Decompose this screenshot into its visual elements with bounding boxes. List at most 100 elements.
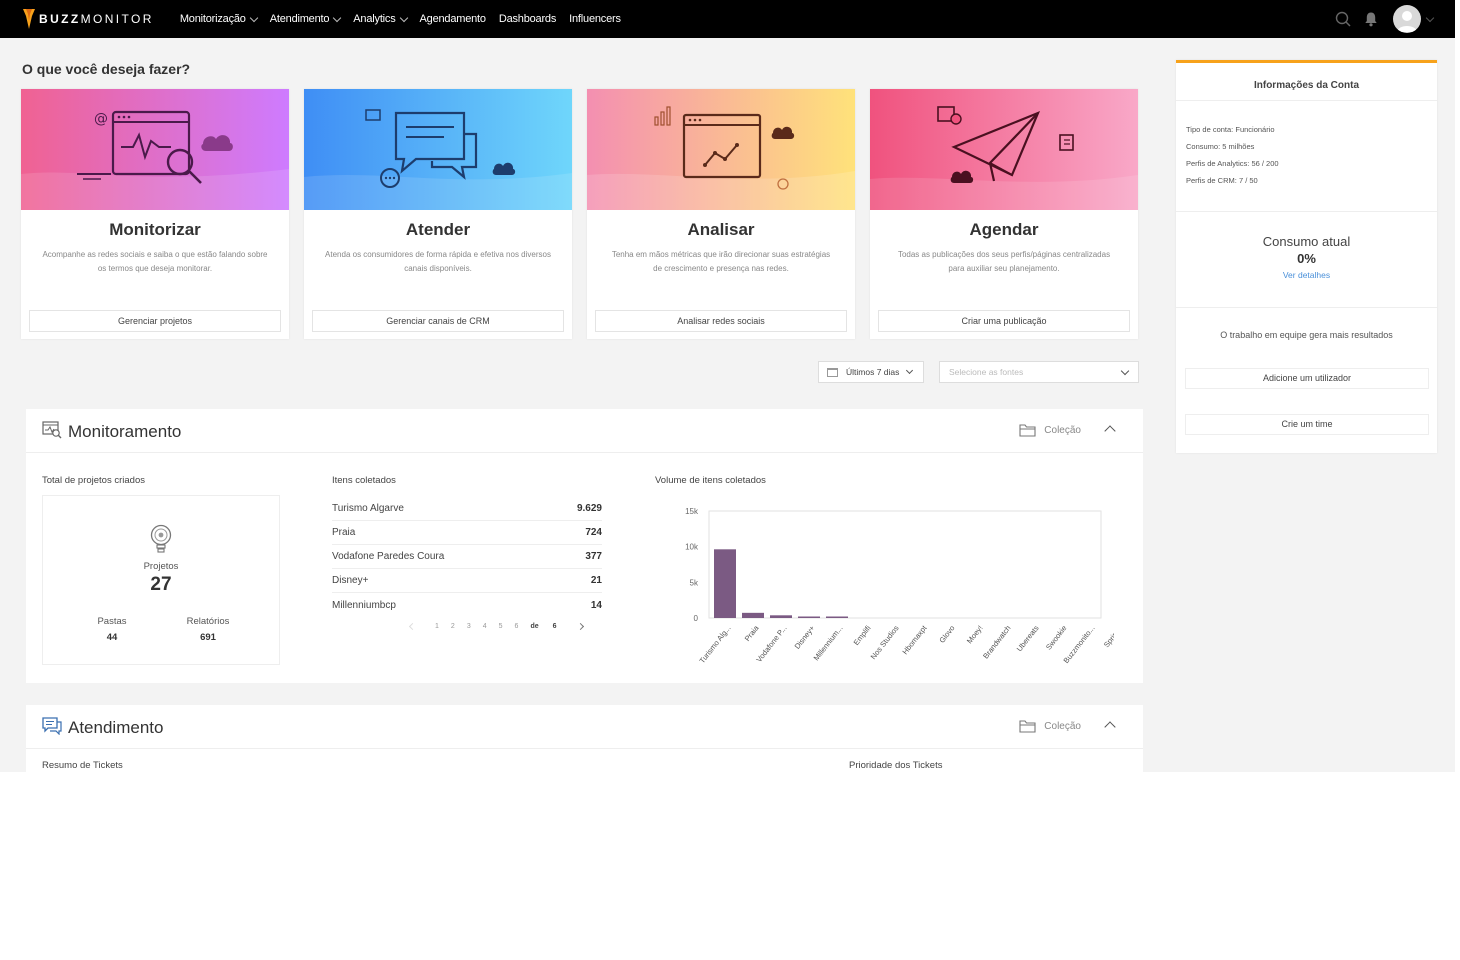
- line-label: Perfis de CRM:: [1186, 176, 1237, 185]
- x-tick-label: Praia: [743, 623, 761, 643]
- list-item[interactable]: Turismo Algarve 9.629: [332, 497, 602, 521]
- main-content: O que você deseja fazer? @ Monitorizar A…: [0, 38, 1455, 772]
- monitoramento-section: Monitoramento Coleção Total de projetos …: [26, 409, 1143, 683]
- list-item[interactable]: Vodafone Paredes Coura 377: [332, 545, 602, 569]
- chat-illustration-icon: [304, 109, 572, 210]
- bell-icon[interactable]: [1363, 11, 1379, 27]
- list-item[interactable]: Praia 724: [332, 521, 602, 545]
- collected-items-list: Turismo Algarve 9.629 Praia 724 Vodafone P…: [332, 497, 602, 617]
- empty-area: [0, 772, 1460, 960]
- monitor-icon: [42, 421, 62, 439]
- volume-heading: Volume de itens coletados: [655, 475, 766, 486]
- list-item[interactable]: Disney+ 21: [332, 569, 602, 593]
- nav-actions: [1335, 0, 1435, 38]
- bar[interactable]: [742, 612, 764, 618]
- page-4[interactable]: 4: [483, 623, 487, 630]
- section-title: Monitoramento: [68, 422, 182, 441]
- list-item[interactable]: Millenniumbcp 14: [332, 593, 602, 617]
- account-details: Tipo de conta: Funcionário Consumo: 5 mi…: [1176, 101, 1437, 212]
- bar[interactable]: [826, 616, 848, 619]
- page-6[interactable]: 6: [515, 623, 519, 630]
- card-agendar: Agendar Todas as publicações dos seus pe…: [870, 89, 1138, 339]
- chevron-down-icon: [1120, 366, 1130, 376]
- tickets-summary-heading: Resumo de Tickets: [42, 760, 123, 771]
- nav-label: Atendimento: [269, 13, 330, 25]
- reports-stat: Relatórios 691: [168, 616, 248, 643]
- nav-influencers[interactable]: Influencers: [569, 13, 621, 25]
- crm-profiles-line: Perfis de CRM: 7 / 50: [1186, 176, 1427, 193]
- atendimento-section: Atendimento Coleção Resumo de Tickets Pr…: [26, 705, 1143, 772]
- create-team-button[interactable]: Crie um time: [1185, 414, 1429, 435]
- avatar[interactable]: [1393, 5, 1421, 33]
- page-5[interactable]: 5: [499, 623, 503, 630]
- period-select[interactable]: Últimos 7 dias: [818, 361, 924, 383]
- manage-crm-channels-button[interactable]: Gerenciar canais de CRM: [312, 310, 564, 332]
- card-description: Acompanhe as redes sociais e saiba o que…: [42, 250, 268, 273]
- nav-atendimento[interactable]: Atendimento: [269, 13, 342, 25]
- sources-select[interactable]: Selecione as fontes: [939, 361, 1139, 383]
- y-tick-label: 5k: [690, 578, 699, 587]
- bar[interactable]: [770, 615, 792, 618]
- nav-label: Dashboards: [498, 13, 557, 25]
- bar[interactable]: [714, 549, 736, 618]
- projects-heading: Total de projetos criados: [42, 475, 145, 486]
- manage-projects-button[interactable]: Gerenciar projetos: [29, 310, 281, 332]
- card-description: Tenha em mãos métricas que irão direcion…: [611, 250, 831, 273]
- nav-analytics[interactable]: Analytics: [353, 13, 408, 25]
- card-title: Monitorizar: [109, 220, 201, 239]
- see-details-link[interactable]: Ver detalhes: [1176, 270, 1437, 280]
- line-label: Perfis de Analytics:: [1186, 159, 1250, 168]
- card-banner: [304, 89, 572, 210]
- collection-link[interactable]: Coleção: [1019, 423, 1081, 437]
- card-title: Analisar: [687, 220, 755, 239]
- card-description: Atenda os consumidores de forma rápida e…: [325, 250, 551, 273]
- volume-bar-chart: 05k10k15kTurismo Alg... PraiaVodafone P..…: [685, 507, 1125, 665]
- line-value: 5 milhões: [1222, 142, 1255, 151]
- chevron-down-icon: [333, 13, 342, 22]
- x-tick-label: Nos Studios: [869, 623, 901, 661]
- lightbulb-icon: [150, 524, 172, 553]
- page-2[interactable]: 2: [451, 623, 455, 630]
- x-tick-label: Hbomaxpt: [900, 623, 929, 656]
- nav-monitorizacao[interactable]: Monitorização: [180, 13, 258, 25]
- consumption-line: Consumo: 5 milhões: [1186, 142, 1427, 159]
- item-count: 9.629: [576, 503, 602, 514]
- x-tick-label: Ubereats: [1015, 623, 1041, 653]
- x-tick-label: Disney+: [793, 623, 817, 651]
- section-header: Monitoramento Coleção: [26, 409, 1143, 453]
- card-description: Todas as publicações dos seus perfis/pág…: [897, 250, 1111, 273]
- collection-link[interactable]: Coleção: [1019, 719, 1081, 733]
- folder-icon: [1019, 720, 1036, 733]
- x-tick-label: Millennium...: [812, 624, 845, 663]
- nav-label: Influencers: [569, 13, 621, 25]
- chevron-up-icon[interactable]: [1104, 425, 1116, 437]
- x-tick-label: Sprinklr: [1102, 623, 1114, 649]
- item-count: 377: [585, 551, 602, 562]
- page-1[interactable]: 1: [435, 623, 439, 630]
- brand-logo[interactable]: BUZZMONITOR: [22, 8, 154, 30]
- nav-dashboards[interactable]: Dashboards: [498, 13, 557, 25]
- chevron-left-icon[interactable]: [408, 622, 417, 631]
- page-3[interactable]: 3: [467, 623, 471, 630]
- card-banner: [870, 89, 1138, 210]
- item-count: 14: [590, 599, 602, 611]
- svg-text:@: @: [94, 111, 108, 127]
- analyze-social-button[interactable]: Analisar redes sociais: [595, 310, 847, 332]
- brand-name-rest: MONITOR: [80, 12, 154, 26]
- bar[interactable]: [798, 616, 820, 619]
- search-icon[interactable]: [1335, 11, 1351, 27]
- card-title: Agendar: [969, 220, 1039, 239]
- create-post-button[interactable]: Criar uma publicação: [878, 310, 1130, 332]
- nav-agendamento[interactable]: Agendamento: [420, 13, 487, 25]
- consumption-title: Consumo atual: [1262, 234, 1351, 249]
- add-user-button[interactable]: Adicione um utilizador: [1185, 368, 1429, 389]
- y-tick-label: 0: [694, 614, 699, 623]
- collection-label: Coleção: [1044, 720, 1081, 732]
- projects-count: 27: [150, 574, 172, 595]
- main-menu: Monitorização Atendimento Analytics Agen…: [180, 13, 634, 25]
- chevron-up-icon[interactable]: [1104, 721, 1116, 733]
- paper-plane-illustration-icon: [870, 106, 1138, 210]
- account-info-panel: Informações da Conta Tipo de conta: Func…: [1176, 60, 1437, 453]
- chevron-down-icon[interactable]: [1425, 13, 1435, 22]
- chevron-right-icon[interactable]: [577, 622, 585, 631]
